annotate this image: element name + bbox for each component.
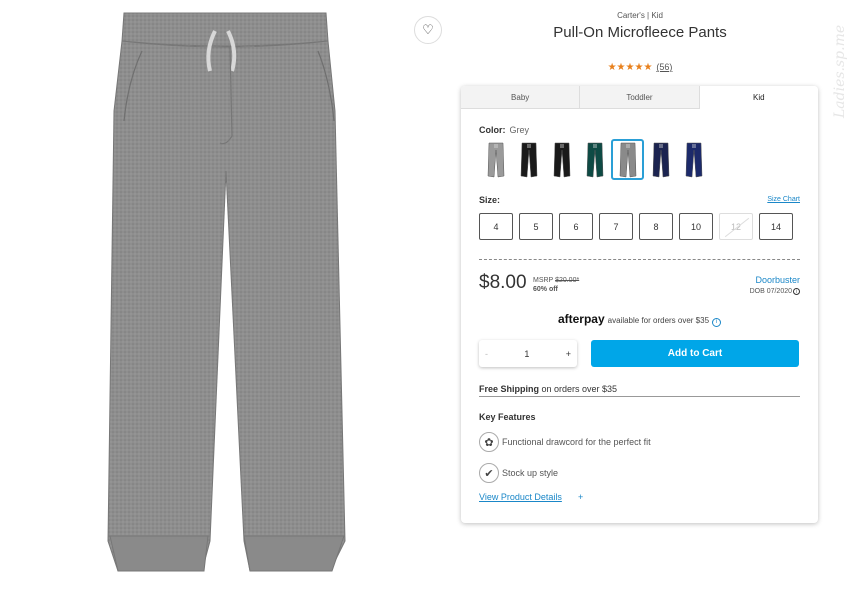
tab-toddler[interactable]: Toddler xyxy=(580,86,700,109)
decrease-quantity-button[interactable]: - xyxy=(485,349,488,359)
afterpay-info-icon[interactable]: i xyxy=(712,318,722,327)
doorbuster-link[interactable]: Doorbuster xyxy=(755,275,800,285)
increase-quantity-button[interactable]: + xyxy=(566,349,571,359)
size-label: Size: xyxy=(479,195,501,205)
shipping-bold: Free Shipping xyxy=(479,384,540,394)
color-swatch[interactable] xyxy=(512,139,545,180)
star-rating-icon: ★★★★★ xyxy=(607,62,653,73)
expand-plus-icon[interactable]: + xyxy=(578,492,583,502)
afterpay-text: available for orders over $35 xyxy=(607,316,710,325)
add-to-cart-button[interactable]: Add to Cart xyxy=(591,340,799,367)
favorite-heart-icon[interactable]: ♡ xyxy=(414,16,442,44)
color-swatch[interactable] xyxy=(611,139,644,180)
size-option[interactable]: 7 xyxy=(599,213,633,240)
pants-illustration xyxy=(107,12,346,572)
size-option[interactable]: 14 xyxy=(759,213,793,240)
review-count-link[interactable]: (56) xyxy=(656,62,672,72)
color-swatch[interactable] xyxy=(677,139,710,180)
pants-swatch-icon xyxy=(487,142,504,177)
size-option[interactable]: 8 xyxy=(639,213,673,240)
color-swatch[interactable] xyxy=(644,139,677,180)
shipping-info: Free Shipping on orders over $35 xyxy=(479,384,800,397)
divider xyxy=(479,259,800,260)
afterpay-logo: afterpay xyxy=(557,312,605,326)
color-row: Color: Grey xyxy=(479,125,529,135)
color-swatch[interactable] xyxy=(479,139,512,180)
afterpay-row: afterpay available for orders over $35 i xyxy=(461,312,818,327)
pants-swatch-icon xyxy=(586,142,603,177)
sale-price: $8.00 xyxy=(479,272,527,293)
tab-kid[interactable]: Kid xyxy=(699,86,818,109)
pants-swatch-icon xyxy=(619,142,636,177)
color-swatch[interactable] xyxy=(545,139,578,180)
purchase-panel: Baby Toddler Kid Color: Grey Size: Size C… xyxy=(461,86,818,523)
msrp-value: $20.00* xyxy=(555,277,580,284)
color-swatch[interactable] xyxy=(578,139,611,180)
color-label: Color: xyxy=(479,125,506,135)
size-chart-link[interactable]: Size Chart xyxy=(767,196,800,203)
color-swatches xyxy=(479,139,710,180)
size-option[interactable]: 5 xyxy=(519,213,553,240)
pants-swatch-icon xyxy=(553,142,570,177)
size-option-unavailable: 12 xyxy=(719,213,753,240)
product-image xyxy=(0,11,447,573)
size-option[interactable]: 6 xyxy=(559,213,593,240)
pants-swatch-icon xyxy=(520,142,537,177)
age-tabs: Baby Toddler Kid xyxy=(461,86,818,109)
size-options: 4 5 6 7 8 10 12 14 xyxy=(479,213,799,240)
brand-label: Carter's | Kid xyxy=(617,11,663,20)
drawcord-icon: ✿ xyxy=(479,432,499,452)
rating[interactable]: ★★★★★ (56) xyxy=(460,62,820,73)
msrp-label: MSRP xyxy=(533,277,554,284)
tab-baby[interactable]: Baby xyxy=(461,86,581,109)
pants-swatch-icon xyxy=(652,142,669,177)
size-option[interactable]: 10 xyxy=(679,213,713,240)
info-icon[interactable]: i xyxy=(793,288,800,295)
quantity-value[interactable]: 1 xyxy=(524,349,529,359)
dob-label: DOB 07/2020 i xyxy=(750,288,800,295)
msrp-block: MSRP $20.00* 60% off xyxy=(533,276,579,294)
view-product-details-link[interactable]: View Product Details xyxy=(479,492,562,502)
quantity-stepper: - 1 + xyxy=(479,340,577,367)
shipping-rest: on orders over $35 xyxy=(539,384,618,394)
feature-text: Stock up style xyxy=(502,468,559,478)
feature-text: Functional drawcord for the perfect fit xyxy=(502,437,651,447)
feature-item: ✿ Functional drawcord for the perfect fi… xyxy=(479,432,651,452)
color-value: Grey xyxy=(509,125,530,135)
key-features-title: Key Features xyxy=(479,412,536,422)
checkmark-icon: ✔ xyxy=(479,463,499,483)
discount-label: 60% off xyxy=(533,286,558,293)
pants-swatch-icon xyxy=(685,142,702,177)
watermark: Ladies.sp.me xyxy=(832,24,848,118)
dob-text: DOB 07/2020 xyxy=(749,288,792,295)
size-option[interactable]: 4 xyxy=(479,213,513,240)
product-title: Pull-On Microfleece Pants xyxy=(553,24,727,41)
feature-item: ✔ Stock up style xyxy=(479,463,558,483)
